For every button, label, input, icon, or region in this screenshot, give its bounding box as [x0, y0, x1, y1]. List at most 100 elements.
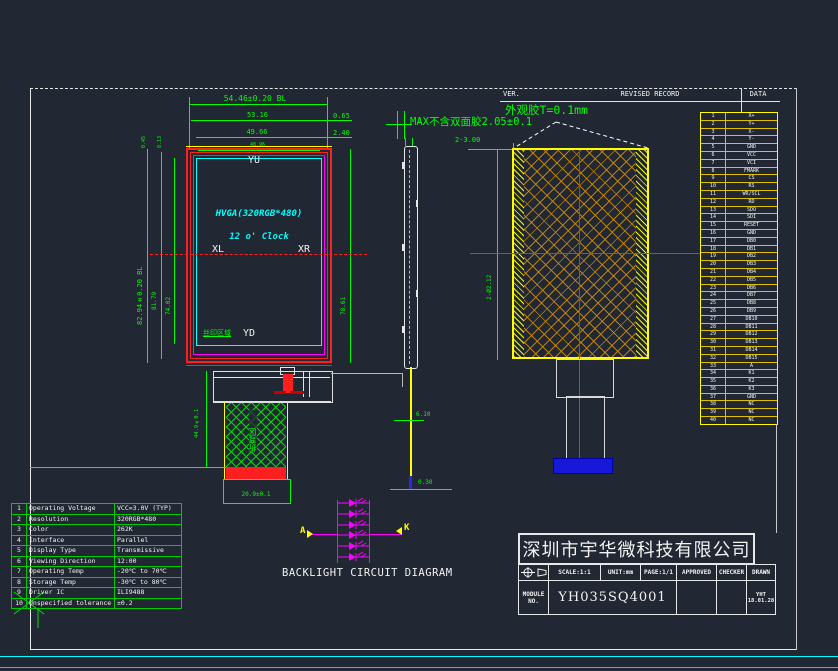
pin-table-row: 33 A — [701, 363, 777, 371]
pin-table-row: 1 X+ — [701, 113, 777, 121]
module-label-line1: MODULE — [523, 591, 545, 598]
spec-row-value: ILI9488 — [115, 588, 181, 598]
pin-name: CS — [726, 175, 777, 182]
spec-row-number: 3 — [12, 525, 27, 535]
pin-name: SDI — [726, 214, 777, 221]
note-leader-v — [397, 111, 398, 139]
spec-table-row: 10 Unspecified tolerance ±0.2 — [12, 599, 181, 609]
revision-ver-label: VER. — [503, 91, 520, 98]
dim-offset-1: 0.65 — [333, 113, 350, 120]
spec-row-label: Display Type — [27, 546, 115, 556]
note-leader-h — [386, 124, 412, 125]
scale-cell: SCALE:1:1 — [548, 564, 601, 581]
pin-number: 29 — [701, 331, 726, 338]
spec-table-row: 9 Driver IC ILI9488 — [12, 588, 181, 599]
side-nub — [416, 200, 418, 207]
side-top-tick — [405, 138, 406, 146]
pin-table-row: 36 K3 — [701, 386, 777, 394]
note-leader-v — [404, 111, 405, 139]
spec-row-value: -30℃ to 80℃ — [115, 578, 181, 588]
pin-name: RD — [726, 199, 777, 206]
dim-line-v — [161, 152, 162, 359]
checker-value-cell — [716, 580, 747, 615]
pin-table-row: 30 DB13 — [701, 339, 777, 347]
pin-number: 28 — [701, 324, 726, 331]
lcd-clock-text: 12 o' Clock — [196, 233, 322, 242]
pin-name: DB8 — [726, 300, 777, 307]
pin-number: 18 — [701, 246, 726, 253]
spec-row-label: Operating Voltage — [27, 504, 115, 514]
pin-table-row: 5 GND — [701, 144, 777, 152]
pin-number: 17 — [701, 238, 726, 245]
side-dim-2: 0.30 — [418, 480, 432, 486]
pin-name: DB0 — [726, 238, 777, 245]
pin-name: DB12 — [726, 331, 777, 338]
revision-underline — [500, 101, 780, 102]
pin-table-row: 2 Y+ — [701, 121, 777, 129]
spec-row-label: Viewing Direction — [27, 557, 115, 567]
projection-symbol-icon — [521, 567, 547, 578]
pin-number: 36 — [701, 386, 726, 393]
dim-width-outer: 54.46±0.20 BL — [180, 95, 330, 103]
spec-row-number: 8 — [12, 578, 27, 588]
side-nub — [402, 326, 404, 333]
pin-table-row: 37 GND — [701, 394, 777, 402]
pin-name: DB9 — [726, 308, 777, 315]
label-yd: YD — [243, 329, 255, 339]
drawn-date: 18.01.28 — [748, 598, 775, 604]
pin-table-row: 40 NC — [701, 417, 777, 424]
pin-table-row: 22 DB5 — [701, 277, 777, 285]
pin-name: A — [726, 363, 777, 370]
pin-name: VCC — [726, 152, 777, 159]
spec-row-value: 262K — [115, 525, 181, 535]
pin-table-row: 31 DB14 — [701, 347, 777, 355]
pin-number: 35 — [701, 378, 726, 385]
pin-table-row: 15 RESET — [701, 222, 777, 230]
pin-name: K3 — [726, 386, 777, 393]
pin-number: 20 — [701, 261, 726, 268]
fpc-stiffener — [226, 467, 286, 479]
pin-name: FMARK — [726, 168, 777, 175]
pin-table-connector-line — [776, 424, 777, 533]
pin-table-row: 8 FMARK — [701, 168, 777, 176]
silkscreen-note: 丝印区域 — [203, 330, 231, 337]
spec-row-label: Color — [27, 525, 115, 535]
dim-line-v — [350, 149, 351, 363]
pin-number: 25 — [701, 300, 726, 307]
hole-dim-line — [497, 150, 498, 360]
pin-table-row: 10 RS — [701, 183, 777, 191]
note-notch-dim: 2-3.00 — [455, 137, 480, 144]
pin-table-row: 25 DB8 — [701, 300, 777, 308]
pin-table-row: 35 K2 — [701, 378, 777, 386]
pin-table-row: 20 DB3 — [701, 261, 777, 269]
pin-name: DB13 — [726, 339, 777, 346]
checker-cell: CHECKER — [716, 564, 747, 581]
pin-name: GND — [726, 144, 777, 151]
spec-table: 1 Operating Voltage VCC=3.0V (TYP) 2 Res… — [11, 503, 182, 609]
side-base-line — [390, 489, 452, 490]
pin-table-row: 9 CS — [701, 175, 777, 183]
dim-line — [325, 120, 352, 121]
note-hole-dim: 2-Ø2.12 — [487, 220, 493, 300]
module-number: YH035SQ4001 — [558, 590, 666, 605]
revision-data-separator — [741, 88, 742, 112]
pin-table-row: 3 X- — [701, 129, 777, 137]
pin-table-row: 21 DB4 — [701, 269, 777, 277]
pin-name: WR/SCL — [726, 191, 777, 198]
spec-table-row: 6 Viewing Direction 12:00 — [12, 557, 181, 568]
fpc-shoulder-line — [213, 401, 331, 402]
approved-value-cell — [676, 580, 717, 615]
note-cosmetic-tape: 外观胶T=0.1mm — [505, 105, 588, 117]
fpc-bend-label: 折弯区 — [249, 410, 257, 452]
pin-name: NC — [726, 401, 777, 408]
frame-bottom — [30, 649, 797, 650]
spec-row-value: Parallel — [115, 536, 181, 546]
pin-number: 13 — [701, 207, 726, 214]
spec-row-value: 320RGB*480 — [115, 515, 181, 525]
pin-number: 21 — [701, 269, 726, 276]
pin-number: 19 — [701, 253, 726, 260]
module-label-cell: MODULE NO. — [518, 580, 549, 615]
spec-row-number: 5 — [12, 546, 27, 556]
side-nub — [402, 162, 404, 169]
pin-name: RESET — [726, 222, 777, 229]
